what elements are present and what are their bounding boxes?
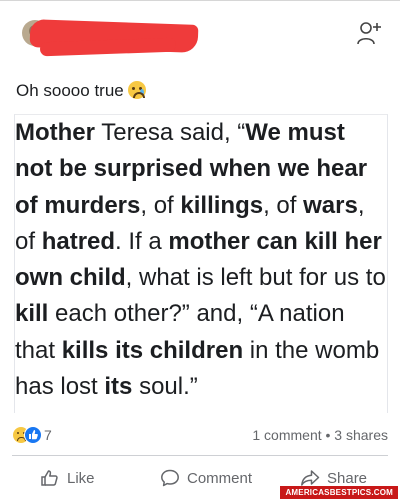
like-reaction-icon xyxy=(24,426,42,444)
reaction-stats: 7 1 comment • 3 shares xyxy=(0,424,400,446)
reaction-icons[interactable] xyxy=(12,426,46,444)
reaction-count[interactable]: 7 xyxy=(44,427,52,443)
caption-text: Oh soooo true xyxy=(16,81,124,100)
thumbs-up-icon xyxy=(41,470,58,486)
post-header xyxy=(0,0,400,76)
comment-bubble-icon xyxy=(161,469,179,487)
quote-text: Mother Teresa said, “We must not be surp… xyxy=(15,119,386,401)
comment-button[interactable]: Comment xyxy=(160,466,252,490)
comments-shares-count[interactable]: 1 comment • 3 shares xyxy=(252,427,388,443)
share-label: Share xyxy=(327,469,368,487)
like-label: Like xyxy=(67,469,95,487)
share-arrow-icon xyxy=(301,470,320,486)
divider xyxy=(12,455,388,456)
sad-tear-emoji-icon xyxy=(127,81,146,99)
comment-label: Comment xyxy=(187,469,253,487)
post-caption: Oh soooo true xyxy=(16,81,146,101)
site-watermark: AMERICASBESTPICS.COM xyxy=(280,486,398,499)
add-friend-icon[interactable] xyxy=(356,20,382,46)
like-button[interactable]: Like xyxy=(40,466,95,490)
